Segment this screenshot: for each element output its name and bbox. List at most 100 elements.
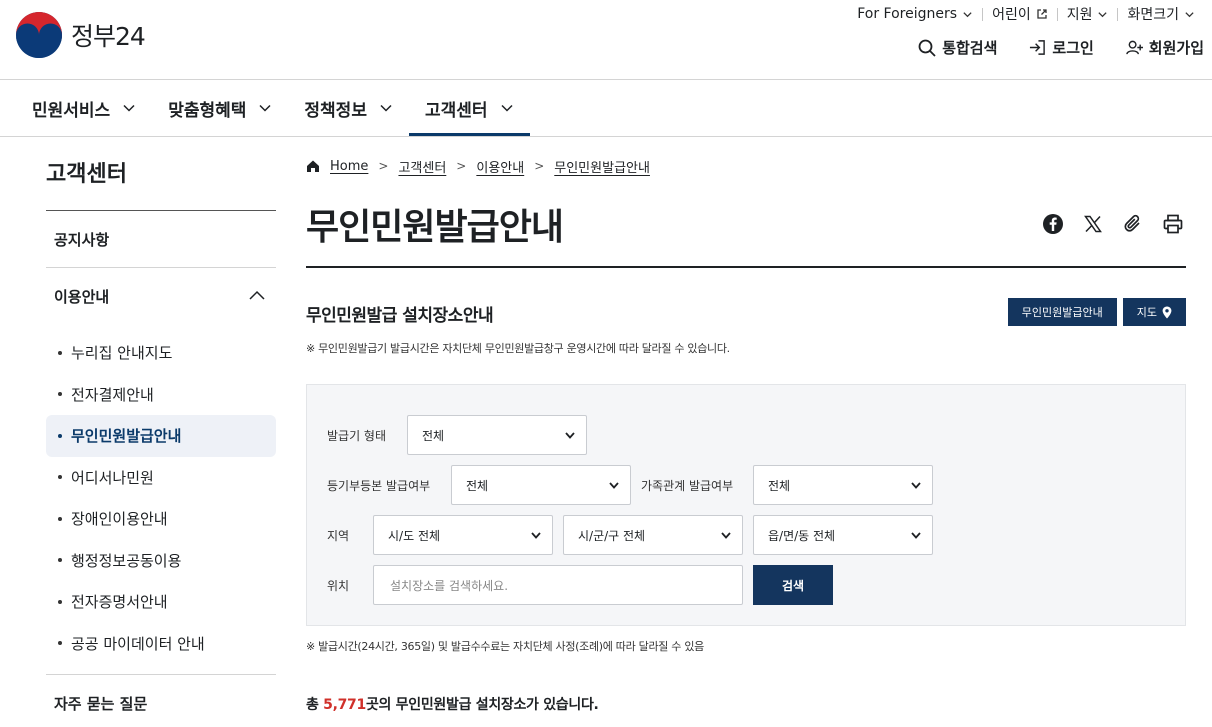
- sidebar-item-faq[interactable]: 자주 묻는 질문: [46, 675, 276, 727]
- kiosk-guide-button[interactable]: 무인민원발급안내: [1007, 298, 1117, 326]
- search-button[interactable]: 검색: [753, 565, 833, 605]
- chevron-down-icon: [531, 532, 541, 539]
- sidebar-subitem-anywhere[interactable]: 어디서나민원: [46, 457, 276, 499]
- breadcrumb-customer-center[interactable]: 고객센터: [398, 157, 446, 176]
- paperclip-icon[interactable]: [1122, 213, 1144, 235]
- bullet: [58, 641, 62, 646]
- search-icon: [918, 39, 936, 57]
- kiosk-type-row: 발급기 형태 전체: [327, 415, 587, 455]
- menu-divider: [0, 136, 1212, 137]
- fee-note: ※ 발급시간(24시간, 365일) 및 발급수수료는 자치단체 사정(조례)에…: [306, 640, 704, 653]
- title-row: 무인민원발급안내: [306, 182, 1186, 268]
- map-label: 지도: [1136, 306, 1157, 319]
- sidebar-subitem-kiosk-guide[interactable]: 무인민원발급안내: [46, 415, 276, 457]
- chevron-down-icon: [609, 482, 619, 489]
- sidebar-subitem-e-payment[interactable]: 전자결제안내: [46, 374, 276, 416]
- chevron-down-icon: [380, 104, 392, 112]
- location-search-input[interactable]: 설치장소를 검색하세요.: [373, 565, 743, 605]
- chevron-down-icon: [911, 532, 921, 539]
- facebook-icon[interactable]: [1042, 213, 1064, 235]
- sidebar: 고객센터 공지사항 이용안내 누리집 안내지도 전자결제안내 무인민원발급안내 …: [46, 160, 276, 727]
- sidebar-item-notice[interactable]: 공지사항: [46, 211, 276, 267]
- sidebar-item-label: 공지사항: [54, 230, 110, 249]
- external-link-icon: [1037, 9, 1047, 19]
- register-select[interactable]: 전체: [451, 465, 631, 505]
- share-tools: [1042, 213, 1184, 235]
- chevron-down-icon: [911, 482, 921, 489]
- dong-value: 읍/면/동 전체: [768, 528, 836, 543]
- sidebar-subitem-label: 공공 마이데이터 안내: [71, 634, 205, 653]
- login-label: 로그인: [1052, 39, 1094, 57]
- breadcrumb-usage-guide[interactable]: 이용안내: [476, 157, 524, 176]
- bullet: [58, 516, 62, 521]
- menu-customer-center[interactable]: 고객센터: [408, 80, 530, 136]
- bullet: [58, 558, 62, 563]
- menu-label: 고객센터: [424, 100, 488, 121]
- family-label: 가족관계 발급여부: [641, 478, 734, 493]
- page-title: 무인민원발급안내: [306, 207, 564, 248]
- total-suffix: 곳의 무인민원발급 설치장소가 있습니다.: [365, 697, 599, 713]
- chevron-up-icon: [249, 290, 265, 300]
- region-row: 지역 시/도 전체 시/군/구 전체 읍/면/동 전체: [327, 515, 933, 555]
- search-button-label: 검색: [781, 578, 805, 593]
- menu-civil-services[interactable]: 민원서비스: [16, 80, 152, 136]
- integrated-search-button[interactable]: 통합검색: [918, 37, 997, 58]
- sidebar-subitem-label: 전자결제안내: [71, 385, 154, 404]
- sido-value: 시/도 전체: [388, 528, 441, 543]
- family-select[interactable]: 전체: [753, 465, 933, 505]
- sidebar-subitem-disability[interactable]: 장애인이용안내: [46, 498, 276, 540]
- sidebar-subitem-label: 무인민원발급안내: [71, 427, 182, 446]
- sidebar-subitem-e-certificate[interactable]: 전자증명서안내: [46, 581, 276, 623]
- kiosk-hours-note: ※ 무인민원발급기 발급시간은 자치단체 무인민원발급창구 운영시간에 따라 달…: [306, 342, 730, 355]
- kiosk-type-label: 발급기 형태: [327, 428, 387, 443]
- kiosk-type-value: 전체: [422, 428, 445, 443]
- bullet: [58, 599, 62, 604]
- header-actions: 통합검색 로그인 회원가입: [918, 37, 1204, 58]
- family-value: 전체: [768, 478, 791, 493]
- section-title: 무인민원발급 설치장소안내: [306, 306, 494, 326]
- sidebar-item-usage-guide[interactable]: 이용안내: [46, 268, 276, 324]
- sido-select[interactable]: 시/도 전체: [373, 515, 553, 555]
- login-button[interactable]: 로그인: [1029, 37, 1094, 58]
- bullet: [58, 350, 62, 355]
- sidebar-subitem-label: 전자증명서안내: [71, 593, 168, 612]
- menu-label: 민원서비스: [32, 100, 111, 121]
- sidebar-title: 고객센터: [46, 162, 127, 187]
- breadcrumb-current[interactable]: 무인민원발급안내: [554, 157, 650, 176]
- chevron-down-icon: [1185, 11, 1194, 17]
- menu-custom-benefits[interactable]: 맞춤형혜택: [152, 80, 288, 136]
- sidebar-subitem-site-map[interactable]: 누리집 안내지도: [46, 332, 276, 374]
- sidebar-subitem-label: 행정정보공동이용: [71, 551, 182, 570]
- search-form: 발급기 형태 전체 등기부등본 발급여부 전체 가족관계 발급여부 전체 지역 …: [306, 384, 1186, 626]
- menu-label: 맞춤형혜택: [168, 100, 247, 121]
- breadcrumb: Home > 고객센터 > 이용안내 > 무인민원발급안내: [306, 150, 1186, 182]
- chevron-right-icon: >: [378, 159, 389, 173]
- signup-button[interactable]: 회원가입: [1126, 37, 1204, 58]
- menu-label: 정책정보: [304, 100, 367, 121]
- register-value: 전체: [466, 478, 489, 493]
- support-label: 지원: [1066, 7, 1093, 23]
- kiosk-type-select[interactable]: 전체: [407, 415, 587, 455]
- dong-select[interactable]: 읍/면/동 전체: [753, 515, 933, 555]
- chevron-right-icon: >: [456, 159, 467, 173]
- region-label: 지역: [327, 528, 350, 543]
- kids-link[interactable]: 어린이: [983, 4, 1057, 24]
- site-logo[interactable]: 정부24: [15, 11, 146, 59]
- x-twitter-icon[interactable]: [1082, 213, 1104, 235]
- screen-size-menu[interactable]: 화면크기: [1118, 4, 1204, 24]
- sigungu-select[interactable]: 시/군/구 전체: [563, 515, 743, 555]
- home-icon: [307, 160, 319, 172]
- bullet: [58, 433, 62, 438]
- kids-label: 어린이: [992, 7, 1031, 23]
- breadcrumb-home[interactable]: Home: [330, 159, 368, 174]
- for-foreigners-label: For Foreigners: [857, 6, 958, 22]
- sidebar-subitem-mydata[interactable]: 공공 마이데이터 안내: [46, 623, 276, 665]
- search-label: 통합검색: [942, 39, 998, 57]
- for-foreigners-link[interactable]: For Foreigners: [848, 6, 982, 22]
- sidebar-submenu: 누리집 안내지도 전자결제안내 무인민원발급안내 어디서나민원 장애인이용안내 …: [46, 324, 276, 674]
- print-icon[interactable]: [1162, 213, 1184, 235]
- support-menu[interactable]: 지원: [1058, 4, 1118, 24]
- map-button[interactable]: 지도: [1122, 298, 1186, 326]
- sidebar-subitem-info-sharing[interactable]: 행정정보공동이용: [46, 540, 276, 582]
- menu-policy-info[interactable]: 정책정보: [288, 80, 409, 136]
